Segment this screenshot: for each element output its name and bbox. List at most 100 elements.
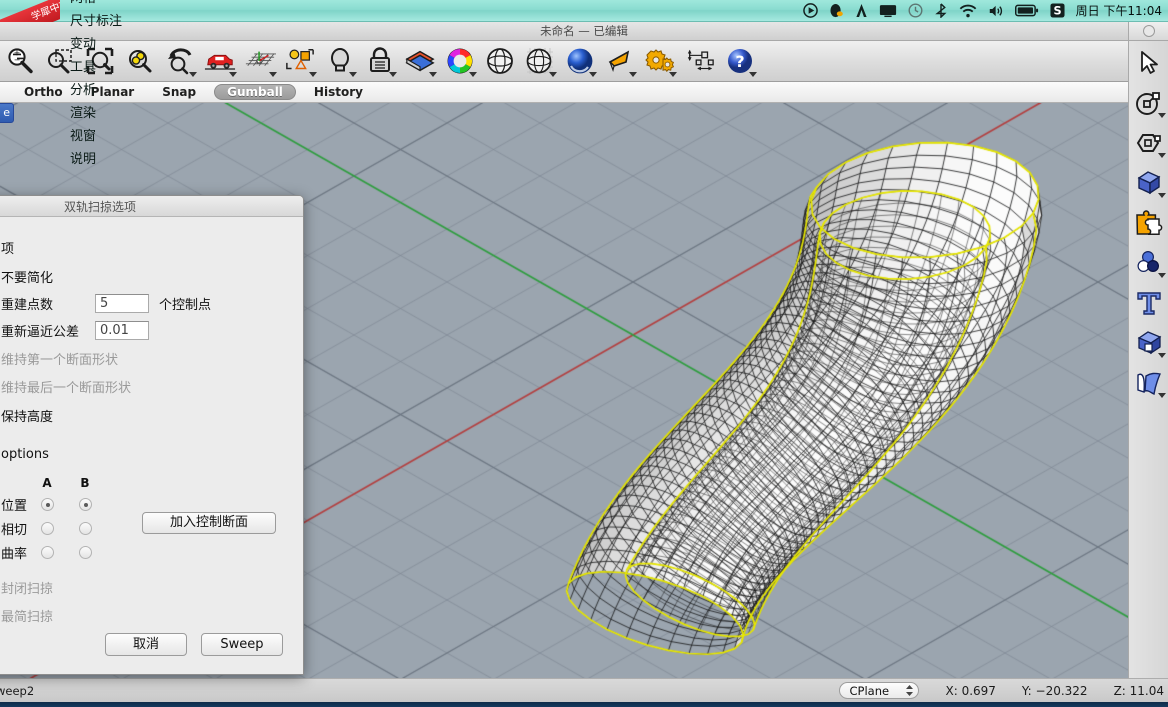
keep-height-option[interactable]: 保持高度 — [1, 406, 287, 425]
chevron-down-icon[interactable] — [629, 72, 637, 77]
sidebar-top-cap — [1128, 22, 1168, 41]
rendered-sphere-icon[interactable] — [560, 41, 600, 81]
chevron-down-icon[interactable] — [349, 72, 357, 77]
dialog-title: 双轨扫掠选项 — [0, 196, 303, 217]
rebuild-input[interactable]: 5 — [95, 294, 149, 313]
radio-a[interactable] — [41, 522, 54, 535]
volume-icon[interactable] — [988, 4, 1004, 18]
chevron-down-icon[interactable] — [589, 72, 597, 77]
chevron-down-icon[interactable] — [1158, 153, 1166, 158]
chevron-down-icon[interactable] — [429, 72, 437, 77]
cplane-dropdown[interactable]: CPlane — [839, 682, 920, 699]
radio-b[interactable] — [79, 522, 92, 535]
menu-status-items: S 周日 下午11:04 — [802, 2, 1168, 19]
zoom-in-out-icon[interactable]: + − — [0, 41, 40, 81]
chevron-down-icon[interactable] — [1158, 113, 1166, 118]
simple-sweep-option[interactable]: 最简扫掠 — [1, 606, 287, 625]
polygon-tools-icon[interactable] — [1129, 123, 1168, 163]
menu-10[interactable]: 分析 — [61, 80, 131, 103]
curve-tools-icon[interactable] — [1129, 83, 1168, 123]
lock-layer-icon[interactable] — [360, 41, 400, 81]
chevron-down-icon[interactable] — [669, 72, 677, 77]
chevron-down-icon[interactable] — [189, 72, 197, 77]
wifi-icon[interactable] — [959, 4, 977, 18]
menu-7[interactable]: 尺寸标注 — [61, 11, 131, 34]
coord-x: X: 0.697 — [945, 683, 996, 698]
battery-icon[interactable] — [1014, 4, 1039, 17]
radio-a[interactable] — [41, 498, 54, 511]
keep-last-option[interactable]: 维持最后一个断面形状 — [1, 377, 287, 396]
menu-6[interactable]: 网格 — [61, 0, 131, 11]
mesh-puzzle-icon[interactable] — [1129, 203, 1168, 243]
viewport-tab[interactable]: e — [0, 103, 14, 123]
flat-shade-icon[interactable] — [600, 41, 640, 81]
play-circle-icon[interactable] — [802, 3, 818, 18]
zoom-previous-icon[interactable] — [160, 41, 200, 81]
qq-penguin-icon[interactable] — [829, 3, 844, 19]
keep-first-option[interactable]: 维持第一个断面形状 — [1, 349, 287, 368]
toggle-history[interactable]: History — [304, 84, 373, 100]
add-control-section-button[interactable]: 加入控制断面 — [142, 512, 276, 534]
sweep-button[interactable]: Sweep — [201, 633, 283, 656]
column-a-label: A — [42, 476, 52, 490]
help-icon[interactable]: ? — [720, 41, 760, 81]
dimension-icon[interactable] — [680, 41, 720, 81]
cancel-button[interactable]: 取消 — [105, 633, 187, 656]
chevron-down-icon[interactable] — [1158, 353, 1166, 358]
sweep2-options-dialog[interactable]: 双轨扫掠选项 项 不要简化 重建点数 5 个控制点 重新逼近公差 0.01 维持… — [0, 195, 304, 675]
no-simplify-option[interactable]: 不要简化 — [1, 267, 287, 286]
refit-input[interactable]: 0.01 — [95, 321, 149, 340]
menu-clock[interactable]: 周日 下午11:04 — [1076, 2, 1162, 19]
light-bulb-icon[interactable] — [320, 41, 360, 81]
toggle-snap[interactable]: Snap — [152, 84, 206, 100]
shaded-sphere-icon[interactable] — [480, 41, 520, 81]
chevron-down-icon[interactable] — [549, 72, 557, 77]
toggle-gumball[interactable]: Gumball — [214, 84, 296, 100]
menu-12[interactable]: 视窗 — [61, 126, 131, 149]
macos-menu-bar: 学犀中文网 文件编辑查看曲线曲面实体网格尺寸标注变动工具分析渲染视窗说明 — [0, 0, 1168, 167]
surface-tools-icon[interactable] — [1129, 363, 1168, 403]
color-wheel-icon[interactable] — [440, 41, 480, 81]
sidebar-toggle-icon[interactable] — [1142, 25, 1155, 37]
chevron-down-icon[interactable] — [749, 72, 757, 77]
arrow-select-icon[interactable] — [1129, 43, 1168, 83]
chevron-updown-icon — [905, 684, 914, 697]
solid-box-icon[interactable] — [1129, 163, 1168, 203]
menu-11[interactable]: 渲染 — [61, 103, 131, 126]
layer-stack-icon[interactable] — [400, 41, 440, 81]
gear-options-icon[interactable] — [640, 41, 680, 81]
svg-text:?: ? — [735, 52, 744, 71]
chevron-down-icon[interactable] — [469, 72, 477, 77]
render-spheres-icon[interactable] — [1129, 243, 1168, 283]
refit-label: 重新逼近公差 — [1, 325, 80, 340]
object-snap-icon[interactable] — [280, 41, 320, 81]
radio-b[interactable] — [79, 546, 92, 559]
status-right-group: CPlane X: 0.697 Y: −20.322 Z: 11.04 — [839, 682, 1168, 699]
window-title: 未命名 — 已编辑 — [540, 24, 628, 38]
text-tool-icon[interactable] — [1129, 283, 1168, 323]
bluetooth-icon[interactable] — [934, 3, 948, 18]
chevron-down-icon[interactable] — [309, 72, 317, 77]
chevron-down-icon[interactable] — [389, 72, 397, 77]
chevron-down-icon[interactable] — [229, 72, 237, 77]
menu-13[interactable]: 说明 — [61, 149, 131, 172]
cplane-grid-icon[interactable] — [240, 41, 280, 81]
menu-8[interactable]: 变动 — [61, 34, 131, 57]
timemachine-icon[interactable] — [908, 3, 923, 18]
ghosted-sphere-icon[interactable] — [520, 41, 560, 81]
chevron-down-icon[interactable] — [1158, 273, 1166, 278]
display-icon[interactable] — [879, 4, 897, 18]
named-view-car-icon[interactable] — [200, 41, 240, 81]
closed-sweep-option[interactable]: 封闭扫掠 — [1, 578, 287, 597]
chevron-down-icon[interactable] — [1158, 393, 1166, 398]
chevron-down-icon[interactable] — [1158, 193, 1166, 198]
chevron-down-icon[interactable] — [269, 72, 277, 77]
continuity-label: 曲率 — [1, 547, 28, 562]
radio-b[interactable] — [79, 498, 92, 511]
sogou-input-icon[interactable]: S — [1050, 3, 1065, 18]
radio-a[interactable] — [41, 546, 54, 559]
menu-9[interactable]: 工具 — [61, 57, 131, 80]
alfred-icon[interactable] — [855, 3, 868, 18]
svg-text:S: S — [1053, 5, 1061, 18]
solid-tools-icon[interactable] — [1129, 323, 1168, 363]
